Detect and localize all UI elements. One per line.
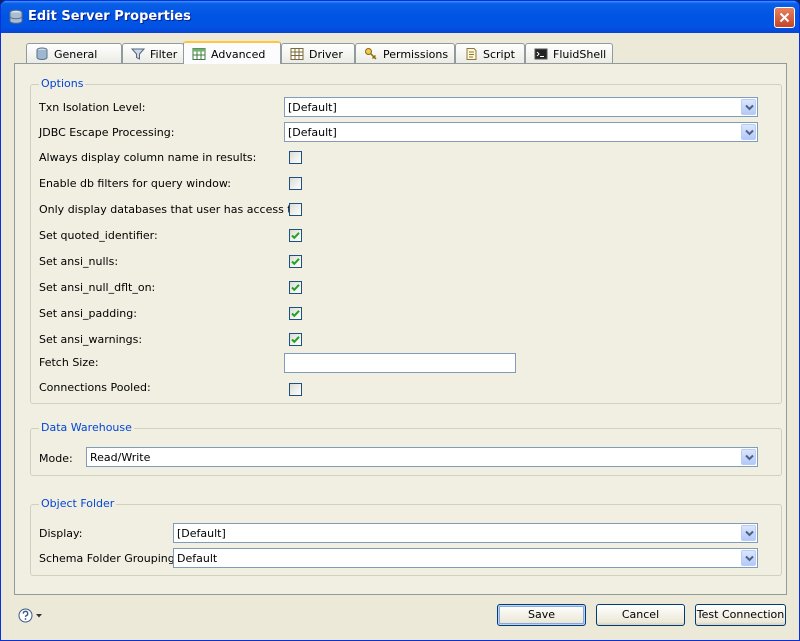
key-icon: [365, 48, 377, 60]
connections-pooled-checkbox[interactable]: [289, 383, 302, 396]
fetch-size-label: Fetch Size:: [39, 356, 99, 369]
options-group-title: Options: [39, 77, 86, 90]
server-icon: [36, 47, 48, 61]
set-ansi-null-dflt-on-checkbox[interactable]: [289, 281, 302, 294]
chevron-down-icon: [745, 454, 754, 461]
tab-driver[interactable]: Driver: [281, 43, 355, 63]
connections-pooled-label: Connections Pooled:: [39, 381, 151, 394]
database-server-icon: [9, 9, 23, 24]
title-bar[interactable]: Edit Server Properties: [1, 1, 799, 33]
set-ansi-nulls-checkbox[interactable]: [289, 255, 302, 268]
option-label: Set ansi_padding:: [39, 307, 137, 320]
object-folder-group-title: Object Folder: [39, 497, 117, 510]
option-label: Always display column name in results:: [39, 151, 257, 164]
filter-icon: [131, 48, 145, 60]
option-label: Set ansi_null_dflt_on:: [39, 281, 156, 294]
tab-script[interactable]: Script: [455, 43, 525, 63]
check-mark-icon: [291, 336, 300, 344]
tab-general[interactable]: General: [26, 43, 122, 63]
shell-icon: [534, 48, 548, 60]
chevron-down-icon: [745, 104, 754, 111]
option-label: Set ansi_warnings:: [39, 333, 143, 346]
set-quoted-identifier-checkbox[interactable]: [289, 229, 302, 242]
chevron-down-icon: [745, 530, 754, 537]
dropdown-button[interactable]: [741, 449, 756, 465]
chevron-down-icon: [745, 555, 754, 562]
save-button[interactable]: Save: [497, 604, 586, 626]
jdbc-escape-label: JDBC Escape Processing:: [39, 126, 175, 139]
option-label: Set quoted_identifier:: [39, 229, 158, 242]
chevron-down-icon: [745, 129, 754, 136]
dropdown-button[interactable]: [741, 99, 756, 115]
option-label: Set ansi_nulls:: [39, 255, 119, 268]
set-ansi-padding-checkbox[interactable]: [289, 307, 302, 320]
edit-server-properties-dialog: Edit Server Properties General Filter Ad…: [0, 0, 800, 641]
always-display-column-name-checkbox[interactable]: [289, 151, 302, 164]
script-icon: [466, 48, 477, 60]
table-icon: [192, 48, 206, 60]
only-display-accessible-databases-checkbox[interactable]: [289, 203, 302, 216]
dialog-content: General Filter Advanced Driver Permissio…: [4, 33, 796, 639]
schema-folder-grouping-select[interactable]: Default: [173, 548, 758, 568]
tab-permissions[interactable]: Permissions: [355, 43, 455, 63]
display-select[interactable]: [Default]: [173, 523, 758, 543]
tab-advanced[interactable]: Advanced: [183, 41, 281, 64]
txn-isolation-select[interactable]: [Default]: [284, 97, 758, 117]
check-mark-icon: [291, 310, 300, 318]
advanced-tab-panel: Options Txn Isolation Level: [Default] J…: [14, 63, 787, 595]
schema-folder-grouping-label: Schema Folder Grouping:: [39, 552, 179, 565]
window-title: Edit Server Properties: [28, 9, 191, 24]
fetch-size-input[interactable]: [284, 353, 516, 373]
close-button[interactable]: [774, 7, 795, 28]
check-mark-icon: [291, 284, 300, 292]
option-label: Only display databases that user has acc…: [39, 203, 303, 216]
set-ansi-warnings-checkbox[interactable]: [289, 333, 302, 346]
mode-select[interactable]: Read/Write: [86, 447, 758, 467]
help-menu-arrow-icon[interactable]: [36, 614, 42, 618]
test-connection-button[interactable]: Test Connection: [695, 604, 786, 626]
display-label: Display:: [39, 527, 83, 540]
txn-isolation-label: Txn Isolation Level:: [39, 101, 146, 114]
help-icon[interactable]: [18, 608, 33, 623]
check-mark-icon: [291, 258, 300, 266]
mode-label: Mode:: [39, 452, 73, 465]
check-mark-icon: [291, 232, 300, 240]
dropdown-button[interactable]: [741, 124, 756, 140]
cancel-button[interactable]: Cancel: [596, 604, 685, 626]
enable-db-filters-checkbox[interactable]: [289, 177, 302, 190]
driver-table-icon: [290, 48, 304, 60]
dropdown-button[interactable]: [741, 525, 756, 541]
dropdown-button[interactable]: [741, 550, 756, 566]
tab-fluidshell[interactable]: FluidShell: [525, 43, 613, 63]
close-icon: [779, 12, 790, 23]
jdbc-escape-select[interactable]: [Default]: [284, 122, 758, 142]
option-label: Enable db filters for query window:: [39, 177, 231, 190]
data-warehouse-group-title: Data Warehouse: [39, 421, 134, 434]
tab-filter[interactable]: Filter: [122, 43, 184, 63]
